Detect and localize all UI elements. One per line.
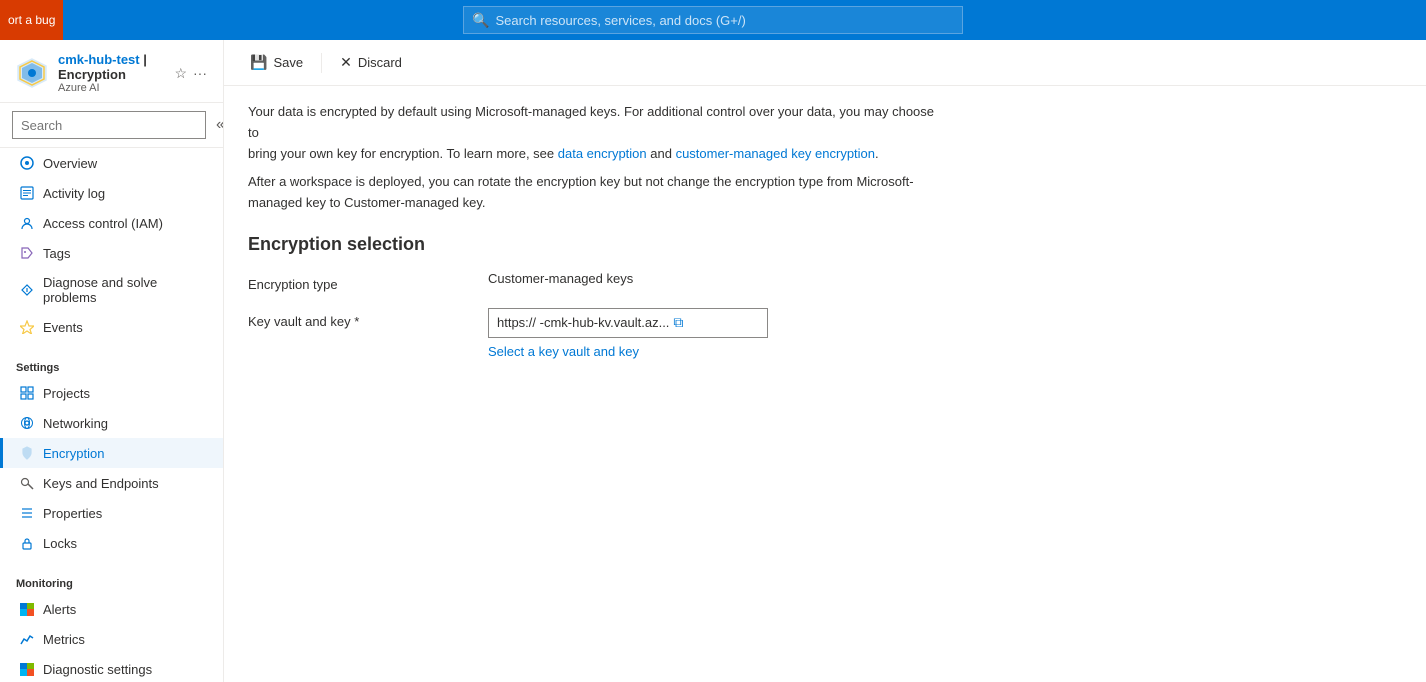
cmk-encryption-link[interactable]: customer-managed key encryption bbox=[676, 146, 875, 161]
nav-locks[interactable]: Locks bbox=[0, 528, 223, 558]
nav-alerts[interactable]: Alerts bbox=[0, 594, 223, 624]
nav-diagnostic-settings[interactable]: Diagnostic settings bbox=[0, 654, 223, 682]
info-paragraph-2: After a workspace is deployed, you can r… bbox=[248, 172, 948, 214]
settings-section-label: Settings bbox=[0, 350, 223, 378]
encryption-icon bbox=[19, 445, 35, 461]
key-vault-label: Key vault and key * bbox=[248, 308, 488, 329]
content-body: Your data is encrypted by default using … bbox=[224, 86, 1426, 682]
toolbar-separator bbox=[321, 53, 322, 73]
nav-access-control[interactable]: Access control (IAM) bbox=[0, 208, 223, 238]
discard-label: Discard bbox=[358, 55, 402, 70]
networking-icon bbox=[19, 415, 35, 431]
favorite-icon[interactable]: ☆ bbox=[174, 65, 187, 82]
nav-diagnose[interactable]: Diagnose and solve problems bbox=[0, 268, 223, 312]
more-options-icon[interactable]: ··· bbox=[193, 65, 207, 81]
nav-events[interactable]: Events bbox=[0, 312, 223, 342]
resource-header: cmk-hub-test | Encryption Azure AI ☆ ··· bbox=[0, 40, 223, 103]
resource-icon bbox=[16, 57, 48, 89]
key-vault-field: https:// -cmk-hub-kv.vault.az... ⧉ Selec… bbox=[488, 308, 768, 359]
projects-icon bbox=[19, 385, 35, 401]
overview-icon bbox=[19, 155, 35, 171]
sidebar-search-wrap: « bbox=[0, 103, 223, 148]
save-button[interactable]: 💾 Save bbox=[248, 50, 305, 75]
alerts-icon bbox=[19, 601, 35, 617]
sidebar-collapse-button[interactable]: « bbox=[212, 114, 224, 136]
save-label: Save bbox=[273, 55, 303, 70]
search-icon: 🔍 bbox=[472, 12, 489, 29]
discard-button[interactable]: ✕ Discard bbox=[338, 50, 404, 75]
key-vault-value-text: https:// -cmk-hub-kv.vault.az... bbox=[497, 315, 669, 330]
global-search-input[interactable] bbox=[495, 13, 954, 28]
key-vault-input[interactable]: https:// -cmk-hub-kv.vault.az... ⧉ bbox=[488, 308, 768, 338]
top-bar: ort a bug 🔍 bbox=[0, 0, 1426, 40]
keys-icon bbox=[19, 475, 35, 491]
encryption-type-label: Encryption type bbox=[248, 271, 488, 292]
nav-networking[interactable]: Networking bbox=[0, 408, 223, 438]
nav-overview[interactable]: Overview bbox=[0, 148, 223, 178]
discard-icon: ✕ bbox=[340, 54, 352, 71]
nav-activity-log[interactable]: Activity log bbox=[0, 178, 223, 208]
save-icon: 💾 bbox=[250, 54, 267, 71]
nav-keys-endpoints[interactable]: Keys and Endpoints bbox=[0, 468, 223, 498]
diagnose-icon bbox=[19, 282, 35, 298]
tags-icon bbox=[19, 245, 35, 261]
bug-report-button[interactable]: ort a bug bbox=[0, 0, 63, 40]
select-key-vault-link[interactable]: Select a key vault and key bbox=[488, 344, 768, 359]
resource-actions: ☆ ··· bbox=[174, 65, 207, 82]
resource-name-section: cmk-hub-test | Encryption Azure AI bbox=[58, 52, 164, 94]
resource-title: cmk-hub-test | Encryption bbox=[58, 52, 164, 82]
section-title: Encryption selection bbox=[248, 234, 1402, 255]
monitoring-section-label: Monitoring bbox=[0, 566, 223, 594]
resource-subtitle: Azure AI bbox=[58, 82, 164, 94]
events-icon bbox=[19, 319, 35, 335]
info-paragraph-1: Your data is encrypted by default using … bbox=[248, 102, 948, 164]
activity-log-icon bbox=[19, 185, 35, 201]
encryption-type-row: Encryption type Customer-managed keys bbox=[248, 271, 1402, 292]
nav-encryption[interactable]: Encryption bbox=[0, 438, 223, 468]
bug-label: ort a bug bbox=[8, 13, 55, 27]
metrics-icon bbox=[19, 631, 35, 647]
nav-metrics[interactable]: Metrics bbox=[0, 624, 223, 654]
nav-tags[interactable]: Tags bbox=[0, 238, 223, 268]
diagnostic-icon bbox=[19, 661, 35, 677]
key-vault-row: Key vault and key * https:// -cmk-hub-kv… bbox=[248, 308, 1402, 359]
data-encryption-link[interactable]: data encryption bbox=[558, 146, 647, 161]
sidebar-search-input[interactable] bbox=[12, 111, 206, 139]
properties-icon bbox=[19, 505, 35, 521]
nav-projects[interactable]: Projects bbox=[0, 378, 223, 408]
access-control-icon bbox=[19, 215, 35, 231]
content-toolbar: 💾 Save ✕ Discard bbox=[224, 40, 1426, 86]
content-area: 💾 Save ✕ Discard Your data is encrypted … bbox=[224, 40, 1426, 682]
encryption-type-value: Customer-managed keys bbox=[488, 271, 633, 286]
sidebar: cmk-hub-test | Encryption Azure AI ☆ ···… bbox=[0, 40, 224, 682]
locks-icon bbox=[19, 535, 35, 551]
copy-icon[interactable]: ⧉ bbox=[673, 314, 683, 331]
nav-properties[interactable]: Properties bbox=[0, 498, 223, 528]
global-search-bar[interactable]: 🔍 bbox=[463, 6, 963, 34]
